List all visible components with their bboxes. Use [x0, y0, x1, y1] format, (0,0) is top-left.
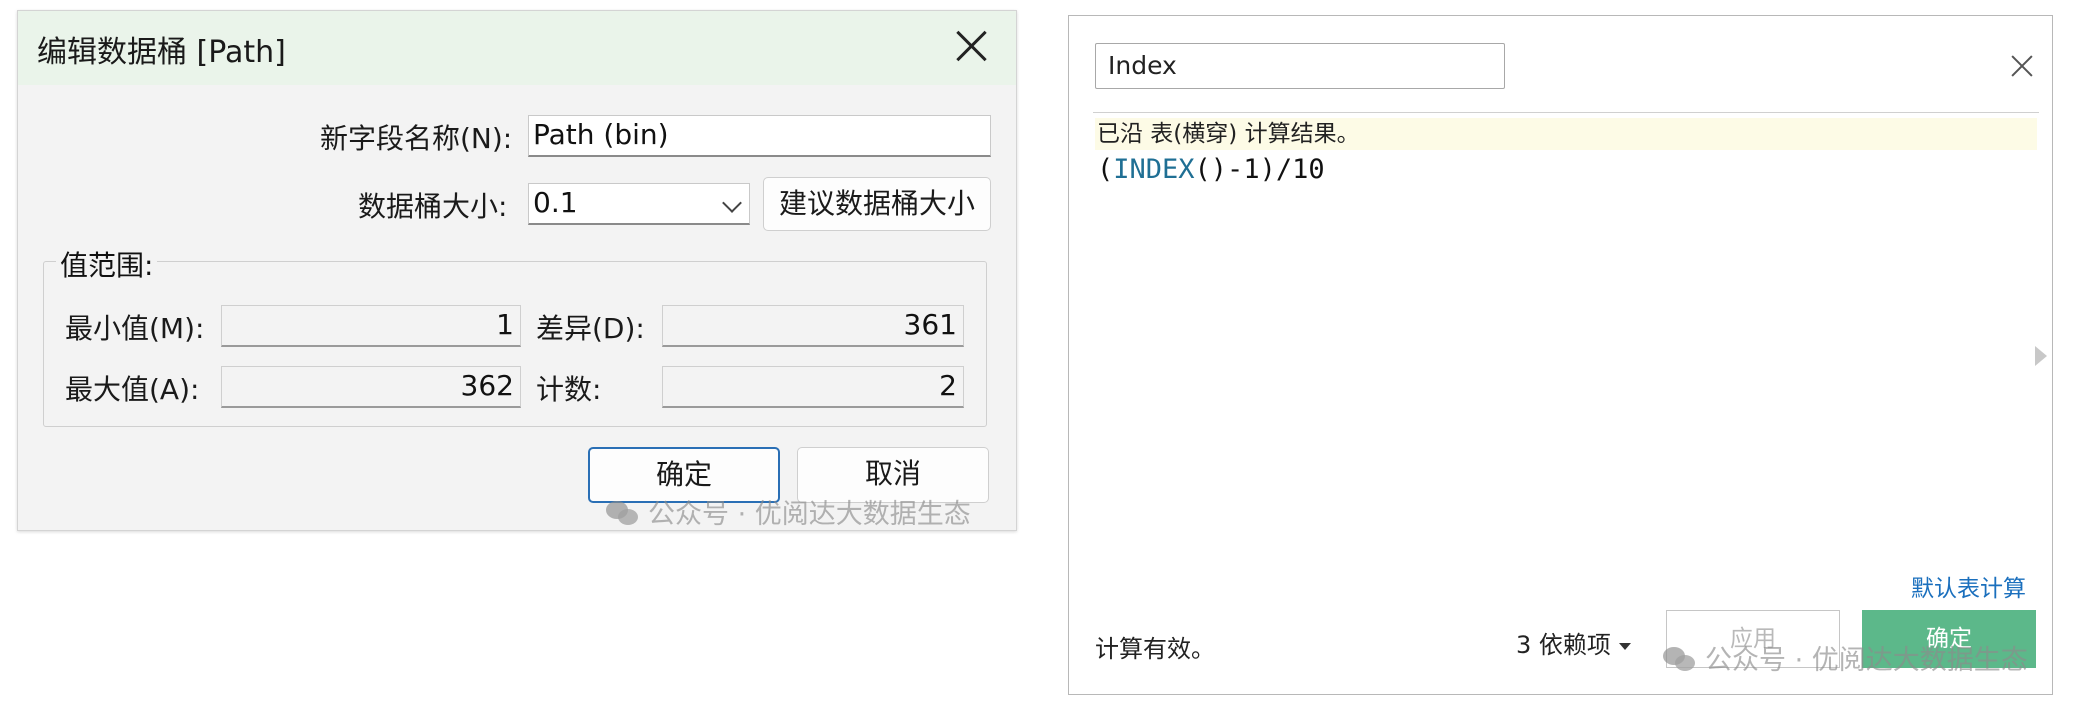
- new-field-name-input[interactable]: Path (bin): [528, 115, 991, 157]
- divider: [1093, 112, 2039, 113]
- triangle-right-icon[interactable]: [2035, 346, 2047, 366]
- min-value-label: 最小值(M):: [65, 312, 205, 345]
- new-field-name-label: 新字段名称(N):: [320, 122, 513, 155]
- bin-size-combobox[interactable]: 0.1: [528, 183, 750, 225]
- dialog-title: 编辑数据桶 [Path]: [37, 35, 286, 70]
- caret-down-icon: [1618, 642, 1631, 650]
- dependencies-label: 3 依赖项: [1516, 631, 1611, 659]
- watermark-left: 公众号 · 优阅达大数据生态: [606, 492, 971, 531]
- formula-editor[interactable]: (INDEX()-1)/10: [1097, 154, 1325, 185]
- calculation-status: 计算有效。: [1095, 635, 1215, 663]
- wechat-icon: [606, 501, 642, 527]
- suggest-bin-size-button[interactable]: 建议数据桶大小: [763, 177, 991, 231]
- formula-open-paren: (: [1097, 154, 1114, 185]
- close-icon[interactable]: [2008, 52, 2036, 80]
- bin-size-label: 数据桶大小:: [358, 190, 508, 223]
- watermark-right-text: 公众号 · 优阅达大数据生态: [1705, 645, 2028, 676]
- wechat-icon: [1663, 647, 1699, 673]
- difference-label: 差异(D):: [536, 312, 645, 345]
- default-table-calculation-link[interactable]: 默认表计算: [1911, 569, 2026, 603]
- max-value-field: 362: [221, 366, 521, 408]
- max-value-label: 最大值(A):: [65, 373, 200, 406]
- count-label: 计数:: [536, 373, 602, 406]
- watermark-left-text: 公众号 · 优阅达大数据生态: [648, 499, 971, 530]
- watermark-right: 公众号 · 优阅达大数据生态: [1663, 638, 2028, 677]
- difference-field: 361: [662, 305, 964, 347]
- dialog-title-bar: 编辑数据桶 [Path]: [18, 11, 1016, 85]
- calculation-editor: Index 已沿 表(横穿) 计算结果。 (INDEX()-1)/10 默认表计…: [1068, 15, 2053, 695]
- chevron-down-icon[interactable]: [722, 193, 742, 213]
- formula-function: INDEX: [1113, 154, 1195, 185]
- min-value-field: 1: [221, 305, 521, 347]
- value-range-title: 值范围:: [56, 244, 158, 284]
- compute-using-note: 已沿 表(横穿) 计算结果。: [1095, 118, 2037, 150]
- close-icon[interactable]: [950, 24, 994, 68]
- edit-bins-dialog: 编辑数据桶 [Path] 新字段名称(N): Path (bin) 数据桶大小:…: [17, 10, 1017, 531]
- count-field: 2: [662, 366, 964, 408]
- dependencies-dropdown[interactable]: 3 依赖项: [1516, 625, 1631, 660]
- bin-size-value: 0.1: [533, 186, 578, 219]
- calculation-name-input[interactable]: Index: [1095, 43, 1505, 89]
- formula-rest: ()-1)/10: [1194, 154, 1325, 185]
